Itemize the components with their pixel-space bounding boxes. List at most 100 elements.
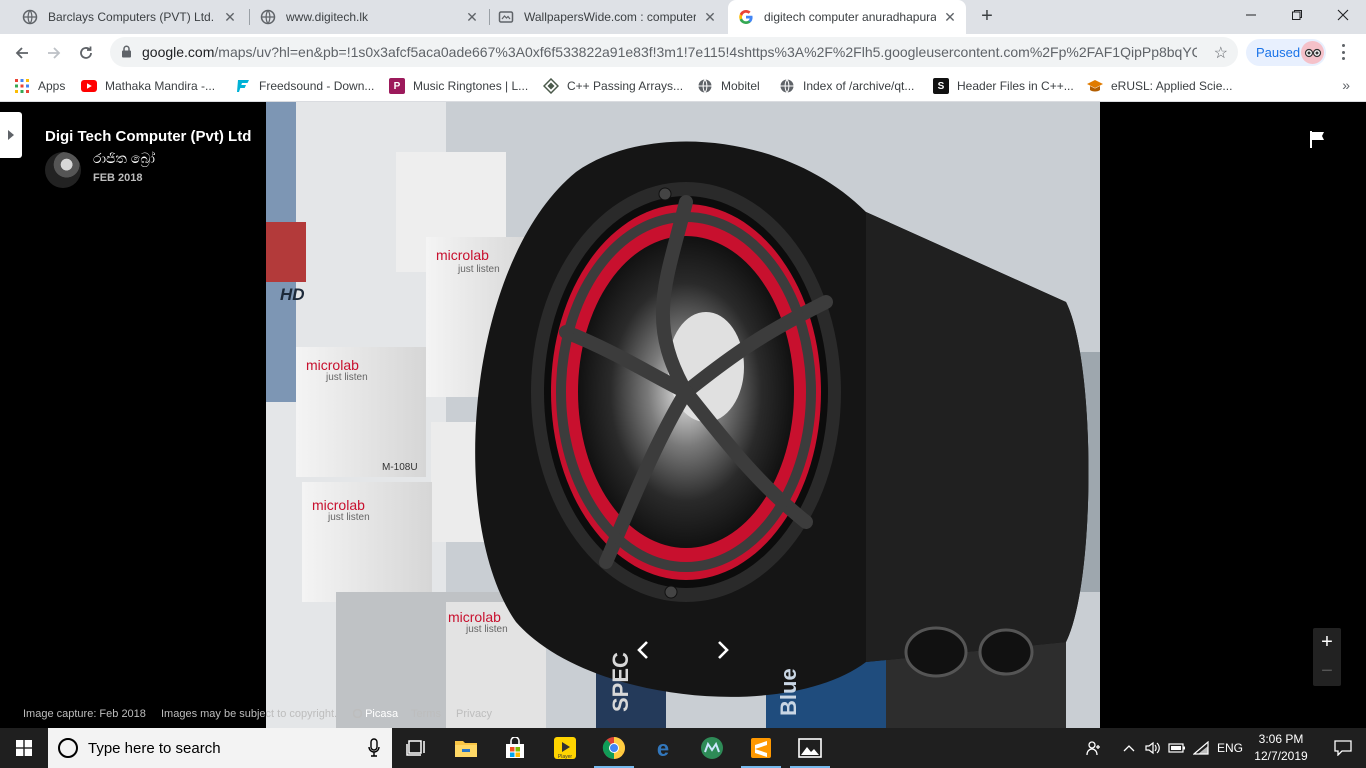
forward-button[interactable] xyxy=(41,40,67,66)
reload-button[interactable] xyxy=(73,40,99,66)
profile-paused-button[interactable]: Paused xyxy=(1246,39,1326,66)
tab-digitech[interactable]: www.digitech.lk ✕ xyxy=(252,0,488,34)
task-view-button[interactable] xyxy=(392,728,440,768)
diamond-icon xyxy=(543,78,559,94)
bookmark-erusl[interactable]: eRUSL: Applied Scie... xyxy=(1087,77,1232,95)
close-tab-icon[interactable]: ✕ xyxy=(942,9,958,25)
action-center-button[interactable] xyxy=(1320,728,1366,768)
sublime-button[interactable] xyxy=(737,728,785,768)
task-view-icon xyxy=(406,740,425,756)
photos-button[interactable] xyxy=(786,728,834,768)
people-icon[interactable] xyxy=(1082,728,1106,768)
show-hidden-icons-chevron-icon[interactable] xyxy=(1118,728,1140,768)
mortarboard-icon xyxy=(1087,78,1103,94)
zoom-in-button[interactable]: + xyxy=(1313,628,1341,657)
m-logo-icon xyxy=(701,737,723,759)
notification-icon xyxy=(1334,740,1352,756)
hd-text: HD xyxy=(280,285,305,304)
previous-photo-button[interactable] xyxy=(631,638,655,662)
bookmark-mathaka-mandira[interactable]: Mathaka Mandira -... xyxy=(81,77,215,95)
back-button[interactable] xyxy=(9,40,35,66)
svg-text:e: e xyxy=(657,737,669,759)
close-tab-icon[interactable]: ✕ xyxy=(222,9,238,25)
bookmark-star-icon[interactable]: ☆ xyxy=(1214,43,1228,63)
start-button[interactable] xyxy=(0,728,48,768)
author-avatar[interactable] xyxy=(45,152,81,188)
zoom-out-button[interactable]: − xyxy=(1313,657,1341,686)
youtube-icon xyxy=(81,78,97,94)
model-text: M-108U xyxy=(382,462,418,473)
microlab-text: microlab xyxy=(436,247,489,263)
bookmark-label: Header Files in C++... xyxy=(957,79,1074,93)
picasa-link[interactable]: Picasa xyxy=(352,708,398,720)
more-bookmarks-icon[interactable]: » xyxy=(1342,77,1350,93)
wifi-icon[interactable] xyxy=(1190,728,1212,768)
bookmarks-bar: Apps Mathaka Mandira -... Freedsound - D… xyxy=(0,71,1366,102)
app-m-button[interactable] xyxy=(688,728,736,768)
author-name[interactable]: රාජිත බ්‍රෝ xyxy=(93,150,155,167)
chrome-menu-icon[interactable] xyxy=(1336,42,1350,62)
minimize-button[interactable] xyxy=(1228,0,1274,30)
bookmark-header-files[interactable]: S Header Files in C++... xyxy=(933,77,1074,95)
clock-time: 3:06 PM xyxy=(1258,732,1304,746)
next-photo-button[interactable] xyxy=(711,638,735,662)
copyright-text: Images may be subject to copyright. xyxy=(161,708,338,720)
tab-title: www.digitech.lk xyxy=(286,10,369,24)
expand-panel-button[interactable] xyxy=(0,112,22,158)
file-explorer-button[interactable] xyxy=(442,728,490,768)
apps-grid-icon xyxy=(14,78,30,94)
microlab-text: microlab xyxy=(448,609,501,625)
cortana-icon xyxy=(58,738,78,758)
close-tab-icon[interactable]: ✕ xyxy=(702,9,718,25)
edge-button[interactable]: e xyxy=(639,728,687,768)
language-indicator[interactable]: ENG xyxy=(1214,728,1246,768)
new-tab-button[interactable]: + xyxy=(977,6,997,28)
url-text[interactable]: google.com/maps/uv?hl=en&pb=!1s0x3afcf5a… xyxy=(142,44,1197,60)
bookmark-mobitel[interactable]: Mobitel xyxy=(697,77,760,95)
tab-title: WallpapersWide.com : computer xyxy=(524,10,696,24)
tab-wallpaperswide[interactable]: WallpapersWide.com : computer ✕ xyxy=(490,0,726,34)
close-window-button[interactable] xyxy=(1320,0,1366,30)
store-button[interactable] xyxy=(491,728,539,768)
wallpaperswide-icon xyxy=(498,9,514,25)
sublime-icon xyxy=(751,738,771,758)
spec-text: SPEC xyxy=(608,652,633,712)
tab-divider xyxy=(249,9,250,25)
player-button[interactable]: Player xyxy=(541,728,589,768)
system-clock[interactable]: 3:06 PM 12/7/2019 xyxy=(1248,731,1314,765)
p-logo-icon: P xyxy=(389,78,405,94)
bookmark-cpp-passing-arrays[interactable]: C++ Passing Arrays... xyxy=(543,77,683,95)
maximize-button[interactable] xyxy=(1274,0,1320,30)
chrome-taskbar-button[interactable] xyxy=(590,728,638,768)
bookmark-apps[interactable]: Apps xyxy=(14,77,65,95)
lock-icon[interactable] xyxy=(121,45,132,63)
privacy-link[interactable]: Privacy xyxy=(456,708,492,720)
close-tab-icon[interactable]: ✕ xyxy=(464,9,480,25)
microphone-icon[interactable] xyxy=(368,738,380,763)
url-path: /maps/uv?hl=en&pb=!1s0x3afcf5aca0ade667%… xyxy=(214,44,1197,60)
bookmark-label: Mobitel xyxy=(721,79,760,93)
tab-title: Barclays Computers (PVT) Ltd. - H xyxy=(48,10,216,24)
volume-icon[interactable] xyxy=(1142,728,1164,768)
tab-title: digitech computer anuradhapura xyxy=(764,10,936,24)
tab-barclays[interactable]: Barclays Computers (PVT) Ltd. - H ✕ xyxy=(14,0,246,34)
address-bar[interactable]: google.com/maps/uv?hl=en&pb=!1s0x3afcf5a… xyxy=(110,37,1238,67)
bookmark-label: Index of /archive/qt... xyxy=(803,79,915,93)
globe-icon xyxy=(779,78,795,94)
photo-image: HD microlab just listen microlab just li… xyxy=(266,102,1100,728)
bookmark-music-ringtones[interactable]: P Music Ringtones | L... xyxy=(389,77,528,95)
s-logo-icon: S xyxy=(933,78,949,94)
place-name[interactable]: Digi Tech Computer (Pvt) Ltd xyxy=(45,128,251,145)
terms-link[interactable]: Terms xyxy=(411,708,441,720)
bookmark-label: Freedsound - Down... xyxy=(259,79,375,93)
battery-icon[interactable] xyxy=(1166,728,1188,768)
player-icon: Player xyxy=(554,737,576,760)
taskbar-search-box[interactable]: Type here to search xyxy=(48,728,392,768)
chrome-icon xyxy=(602,737,625,759)
bookmark-label: eRUSL: Applied Scie... xyxy=(1111,79,1233,93)
tab-digitech-search[interactable]: digitech computer anuradhapura ✕ xyxy=(728,0,966,34)
bookmark-freedsound[interactable]: Freedsound - Down... xyxy=(235,77,374,95)
report-flag-icon[interactable] xyxy=(1309,130,1327,153)
bookmark-index-archive[interactable]: Index of /archive/qt... xyxy=(779,77,914,95)
place-photo[interactable]: HD microlab just listen microlab just li… xyxy=(266,102,1100,728)
